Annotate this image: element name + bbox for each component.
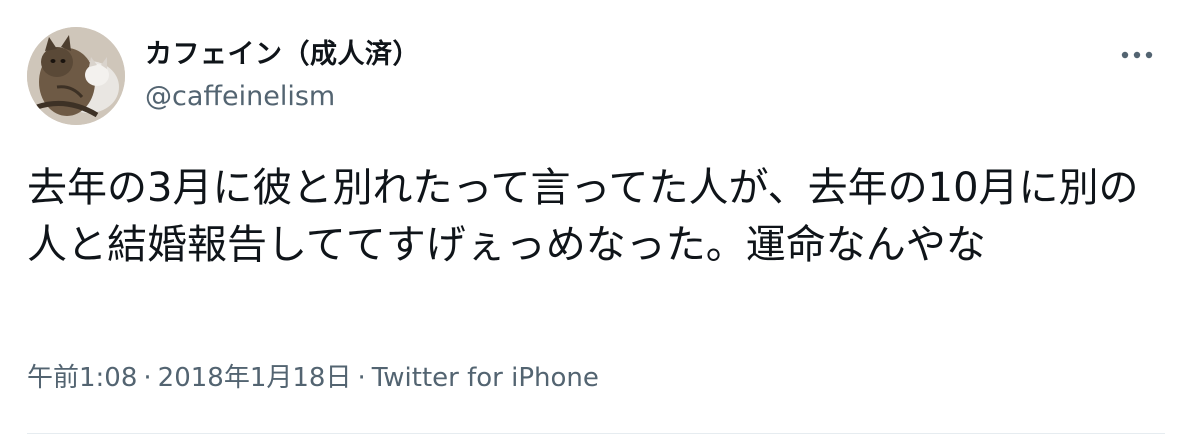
more-options-icon — [1121, 51, 1153, 59]
tweet-source-link[interactable]: Twitter for iPhone — [372, 363, 599, 393]
meta-separator: · — [143, 363, 152, 393]
tweet-date: 2018年1月18日 — [157, 363, 352, 393]
avatar[interactable] — [27, 27, 125, 125]
author-handle[interactable]: @caffeinelism — [145, 79, 335, 115]
tweet-timestamp-link[interactable]: 午前1:08 · 2018年1月18日 — [27, 363, 351, 393]
author-display-name[interactable]: カフェイン（成人済） — [145, 37, 420, 73]
tweet-time: 午前1:08 — [27, 363, 138, 393]
divider — [27, 433, 1165, 434]
tweet-text: 去年の3月に彼と別れたって言ってた人が、去年の10月に別の人と結婚報告しててすげ… — [27, 165, 1139, 268]
meta-separator: · — [357, 363, 366, 393]
more-options-button[interactable] — [1115, 40, 1159, 70]
tweet-card: カフェイン（成人済） @caffeinelism 去年の3月に彼と別れたって言っ… — [0, 0, 1192, 438]
cat-photo-icon — [27, 27, 125, 125]
tweet-meta: 午前1:08 · 2018年1月18日 · Twitter for iPhone — [27, 360, 599, 396]
